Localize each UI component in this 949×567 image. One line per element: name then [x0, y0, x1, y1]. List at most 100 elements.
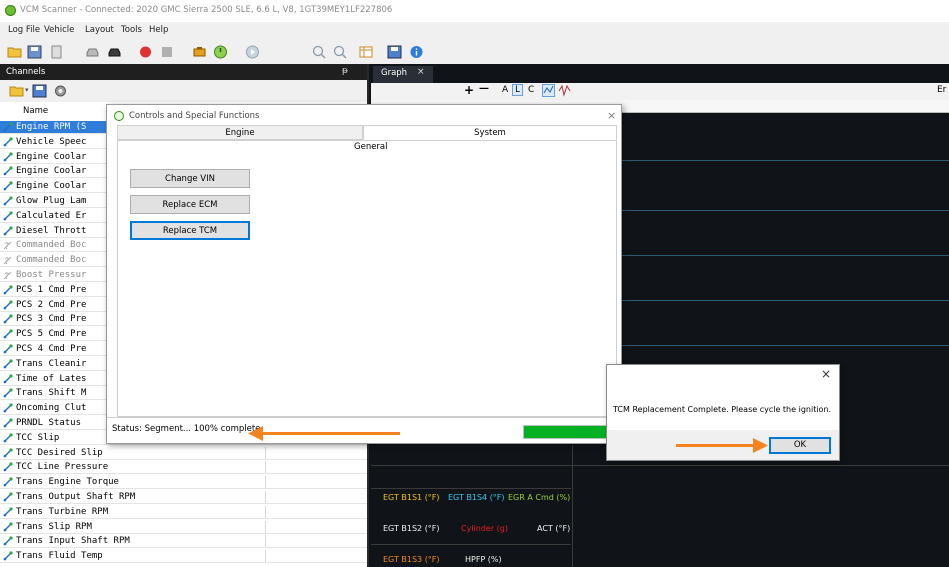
- column-divider: [265, 491, 266, 503]
- channel-name: Trans Cleanir: [16, 358, 87, 369]
- legend-hpfp: HPFP (%): [465, 555, 502, 564]
- list-item[interactable]: Trans Output Shaft RPM: [0, 491, 367, 504]
- legend-egt-b1s1: EGT B1S1 (°F): [383, 493, 440, 502]
- channel-name: Diesel Thrott: [16, 225, 87, 236]
- channel-name: PCS 1 Cmd Pre: [16, 284, 87, 295]
- chevron-down-icon[interactable]: ▾: [25, 86, 29, 94]
- channel-name: Glow Plug Lam: [16, 196, 87, 206]
- channel-signal-icon: [3, 299, 13, 310]
- channel-signal-icon: [3, 447, 13, 458]
- channel-signal-icon: [3, 388, 13, 398]
- channel-signal-icon: [3, 329, 13, 339]
- channel-name: TCC Slip: [16, 432, 60, 443]
- channel-name: PCS 2 Cmd Pre: [16, 299, 87, 310]
- vehicle-disconnected-icon[interactable]: [85, 45, 100, 59]
- general-group: General Change VIN Replace ECM Replace T…: [117, 140, 617, 417]
- channel-name: Oncoming Clut: [16, 403, 87, 414]
- close-icon[interactable]: ×: [417, 67, 425, 77]
- change-vin-button[interactable]: Change VIN: [130, 169, 250, 188]
- zoom-in-icon[interactable]: [312, 45, 327, 59]
- info-icon[interactable]: [409, 45, 424, 59]
- channel-name: Calculated Er: [16, 210, 87, 221]
- list-item[interactable]: Trans Input Shaft RPM: [0, 535, 367, 549]
- list-item[interactable]: TCC Line Pressure: [0, 461, 367, 475]
- menu-log-file[interactable]: Log File: [8, 25, 40, 35]
- channel-settings-icon[interactable]: [53, 84, 68, 98]
- menu-tools[interactable]: Tools: [121, 25, 142, 35]
- save-layout-icon[interactable]: [387, 45, 402, 59]
- main-toolbar: 1x⌄: [0, 40, 949, 98]
- channel-signal-icon: [3, 359, 13, 369]
- zoom-out-icon[interactable]: [333, 45, 348, 59]
- channels-column-header[interactable]: Name: [8, 104, 108, 118]
- channel-signal-icon: [3, 196, 13, 206]
- tab-system[interactable]: System: [363, 125, 617, 140]
- channel-name: Engine RPM (S: [16, 122, 87, 132]
- spike-filter-icon[interactable]: [558, 84, 571, 97]
- channel-signal-icon: [3, 181, 13, 191]
- controls-special-functions-icon: [114, 111, 124, 121]
- channel-name: Trans Slip RPM: [16, 521, 92, 532]
- legend-egt-b1s4: EGT B1S4 (°F): [448, 493, 505, 502]
- list-item[interactable]: Trans Fluid Temp: [0, 550, 367, 564]
- column-divider: [265, 476, 266, 489]
- channel-name: TCC Desired Slip: [16, 447, 103, 458]
- graph-tab-strip: [371, 64, 949, 83]
- graph-pane-divider: [371, 465, 949, 466]
- channel-signal-icon: [3, 285, 13, 295]
- channel-name: Boost Pressur: [16, 270, 87, 280]
- open-folder-icon[interactable]: [7, 45, 22, 59]
- remove-trace-button[interactable]: —: [479, 83, 489, 94]
- menu-vehicle[interactable]: Vehicle: [44, 25, 74, 35]
- list-item[interactable]: TCC Desired Slip: [0, 446, 367, 460]
- chart-view-icon[interactable]: [542, 84, 555, 97]
- unsupported-channel-icon: ?: [3, 256, 12, 265]
- legend-act: ACT (°F): [537, 524, 571, 533]
- save-channels-icon[interactable]: [32, 84, 47, 98]
- channel-signal-icon: [3, 225, 13, 236]
- line-mode-button[interactable]: L: [512, 84, 523, 96]
- tab-graph[interactable]: Graph ×: [373, 66, 433, 83]
- engine-icon[interactable]: [192, 45, 207, 59]
- channel-signal-icon: [3, 551, 13, 561]
- play-icon[interactable]: [245, 45, 260, 59]
- save-icon[interactable]: [27, 45, 42, 59]
- channel-signal-icon: [3, 521, 13, 532]
- close-icon[interactable]: ×: [607, 109, 616, 122]
- controls-special-functions-icon[interactable]: [213, 45, 228, 59]
- tab-graph-label: Graph: [381, 68, 408, 78]
- stop-icon[interactable]: [160, 45, 175, 59]
- add-trace-button[interactable]: +: [464, 83, 474, 97]
- ok-button[interactable]: OK: [769, 437, 831, 454]
- channel-name: Commanded Boc: [16, 255, 87, 266]
- channels-title: Channels: [6, 67, 46, 77]
- channel-name: TCC Line Pressure: [16, 462, 109, 473]
- channel-name: PRNDL Status: [16, 418, 82, 428]
- document-icon[interactable]: [49, 45, 64, 59]
- open-channels-icon[interactable]: [9, 84, 24, 98]
- list-item[interactable]: Trans Engine Torque: [0, 476, 367, 490]
- channel-signal-icon: [3, 137, 13, 147]
- tab-engine[interactable]: Engine: [117, 125, 363, 140]
- vehicle-connect-icon[interactable]: [107, 45, 122, 59]
- menu-layout[interactable]: Layout: [85, 25, 114, 35]
- legend-egt-b1s3: EGT B1S3 (°F): [383, 555, 440, 564]
- table-layout-icon[interactable]: [359, 45, 374, 59]
- replace-ecm-button[interactable]: Replace ECM: [130, 195, 250, 214]
- record-icon[interactable]: [138, 45, 153, 59]
- auto-scale-button[interactable]: A: [502, 85, 508, 95]
- unsupported-channel-icon: ?: [3, 242, 12, 250]
- channel-signal-icon: [3, 418, 13, 428]
- list-item[interactable]: Trans Turbine RPM: [0, 505, 367, 519]
- channel-signal-icon: [3, 211, 13, 221]
- list-item[interactable]: Trans Slip RPM: [0, 520, 367, 534]
- channel-name: Trans Engine Torque: [16, 477, 119, 488]
- menu-help[interactable]: Help: [149, 25, 168, 35]
- close-icon[interactable]: ×: [821, 367, 831, 381]
- channel-name: Engine Coolar: [16, 151, 87, 162]
- replace-tcm-button[interactable]: Replace TCM: [130, 221, 250, 240]
- cursor-mode-button[interactable]: C: [528, 85, 534, 95]
- pin-icon[interactable]: ᵽ: [342, 66, 348, 76]
- legend-egr-a-cmd: EGR A Cmd (%): [508, 493, 571, 502]
- arrowhead-left-icon: [248, 426, 263, 441]
